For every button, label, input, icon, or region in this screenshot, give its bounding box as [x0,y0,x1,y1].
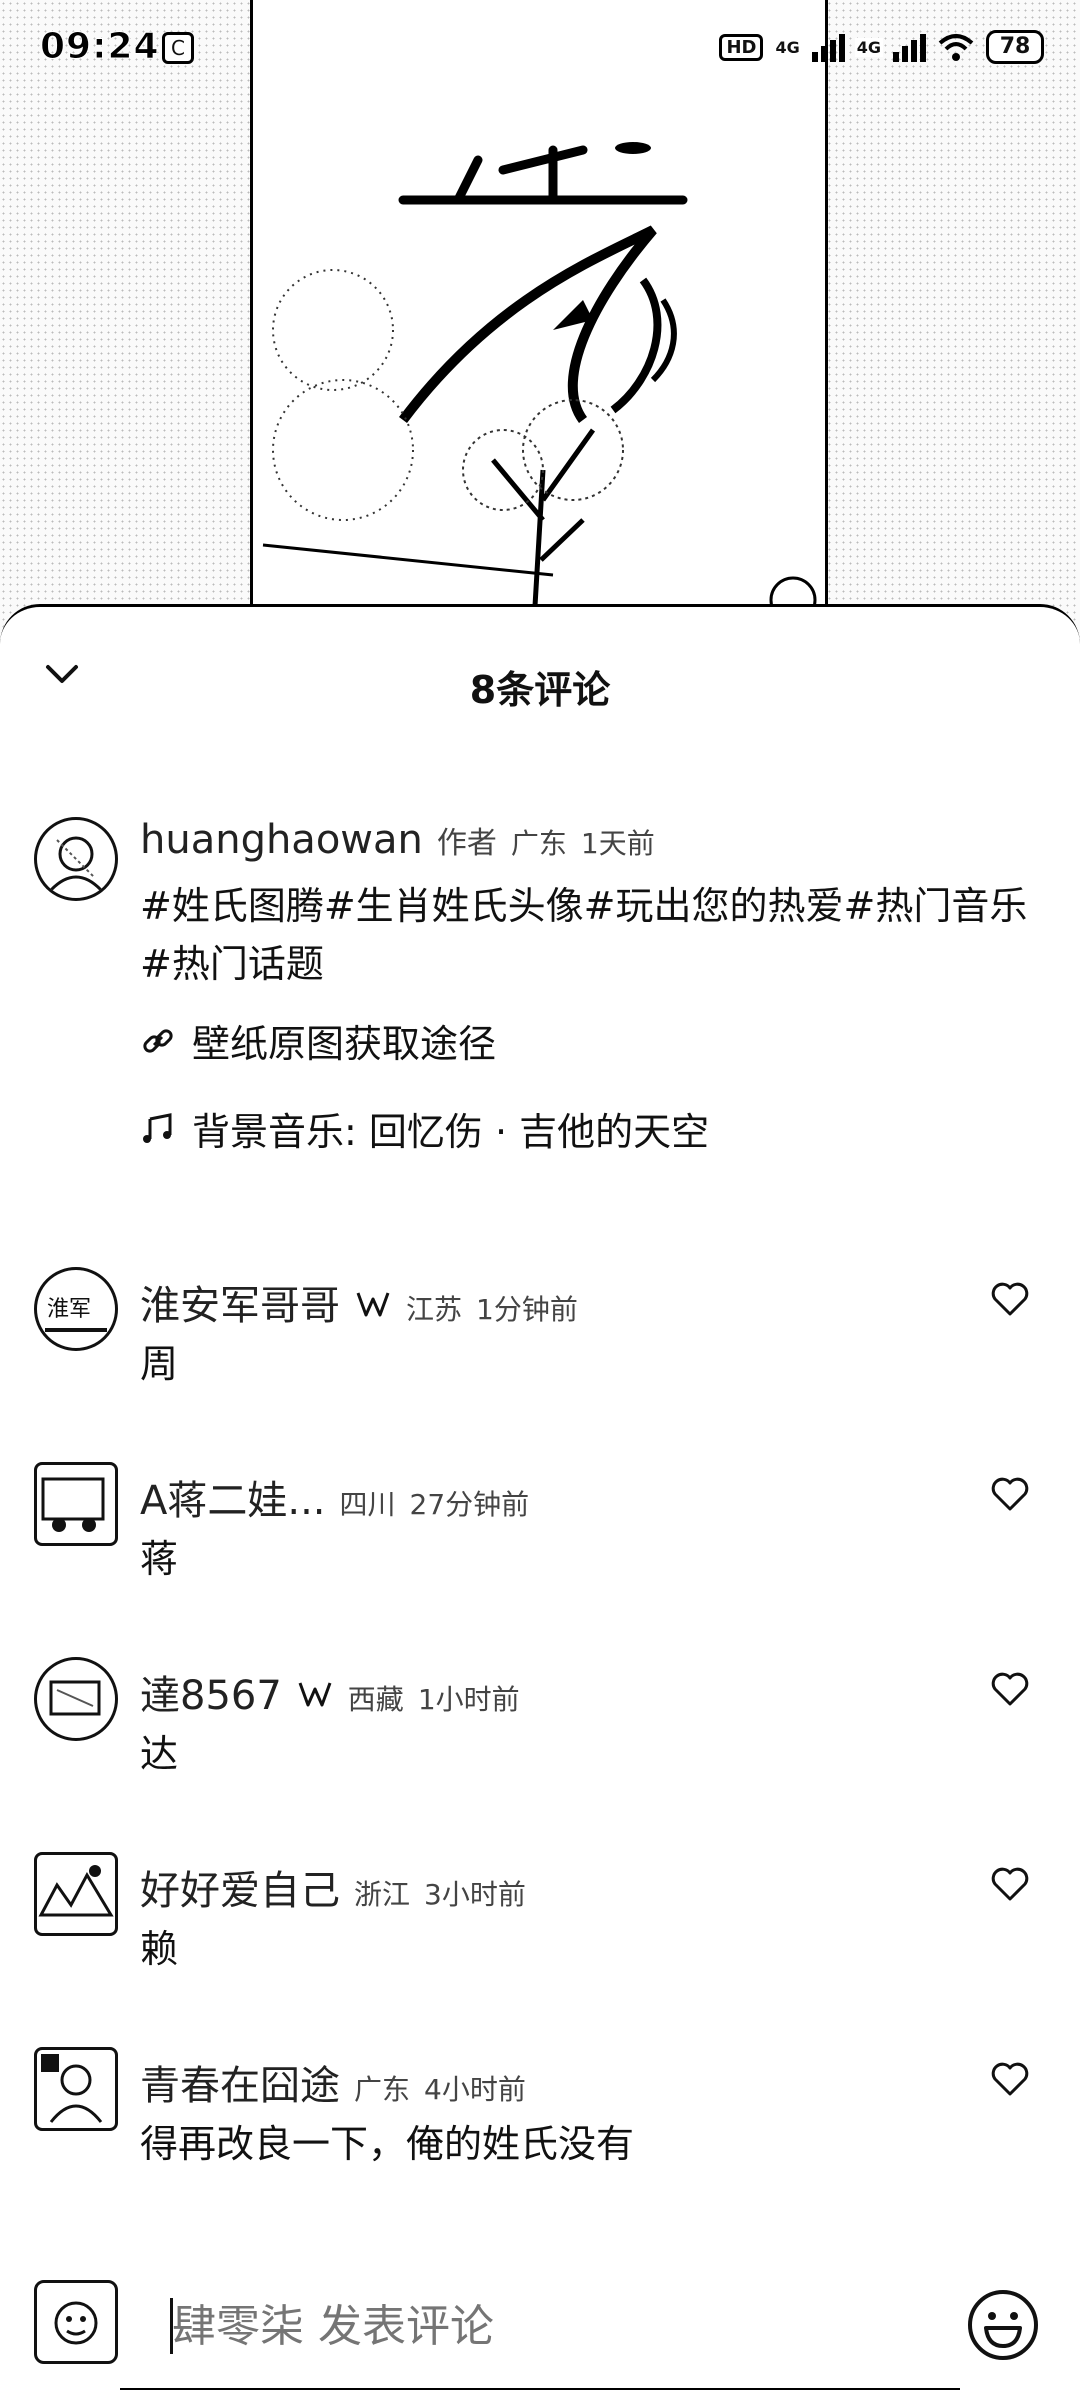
wallpaper-link[interactable]: 壁纸原图获取途径 [140,1013,496,1068]
vip-badge-icon [356,1292,390,1317]
status-time: 09:24 [40,26,160,68]
list-item: 青春在囧途 广东 4小时前 得再改良一下，俺的姓氏没有 [0,2047,1080,2207]
comment-name-line: 青春在囧途 广东 4小时前 [140,2053,526,2111]
heart-icon[interactable] [990,1866,1030,1902]
divider [120,2388,960,2400]
heart-icon[interactable] [990,1281,1030,1317]
author-badge: 作者 [436,826,497,861]
list-item: A蒋二娃... 四川 27分钟前 蒋 [0,1462,1080,1622]
status-indicators: HD 4G 4G 78 [719,30,1044,64]
network-label-1: 4G [773,37,802,57]
network-label-2: 4G [854,37,883,57]
list-item: 好好爱自己 浙江 3小时前 赖 [0,1852,1080,2012]
list-item: 淮军 淮安军哥哥 江苏 1分钟前 周 [0,1267,1080,1427]
location: 浙江 [354,1878,411,1911]
timestamp: 1小时前 [417,1683,520,1716]
avatar[interactable] [34,817,118,901]
location: 广东 [354,2073,411,2106]
emoji-icon[interactable] [966,2288,1040,2362]
timestamp: 1天前 [580,827,655,860]
location: 广东 [510,827,567,860]
wifi-icon [938,34,974,61]
comments-sheet: 8条评论 huanghaowan 作者 广东 1天前 #姓氏图腾#生肖姓氏头像#… [0,604,1080,2400]
comment-name-line: 達8567 西藏 1小时前 [140,1663,520,1721]
username[interactable]: 達8567 [140,1663,282,1721]
username[interactable]: A蒋二娃... [140,1468,326,1526]
sync-icon: C [162,32,194,64]
heart-icon[interactable] [990,1671,1030,1707]
comment-name-line: A蒋二娃... 四川 27分钟前 [140,1468,529,1526]
music-label: 背景音乐: 回忆伤 · 吉他的天空 [192,1110,710,1154]
hd-icon: HD [719,33,764,61]
heart-icon[interactable] [990,2061,1030,2097]
timestamp: 4小时前 [424,2073,526,2106]
location: 江苏 [406,1293,463,1326]
timestamp: 1分钟前 [476,1293,578,1326]
link-label: 壁纸原图获取途径 [192,1022,497,1066]
comment-text: 赖 [140,1927,179,1971]
comment-input-bar [0,2252,1080,2400]
list-item: 達8567 西藏 1小时前 达 [0,1657,1080,1817]
username[interactable]: huanghaowan [140,817,423,863]
username[interactable]: 好好爱自己 [140,1858,340,1916]
comment-text: 达 [140,1732,179,1776]
location: 西藏 [347,1683,404,1716]
username[interactable]: 淮安军哥哥 [140,1273,340,1331]
avatar[interactable] [34,1657,118,1741]
comment-name-line: 好好爱自己 浙江 3小时前 [140,1858,526,1916]
comment-input[interactable] [170,2288,934,2366]
avatar[interactable] [34,2047,118,2131]
avatar[interactable] [34,1462,118,1546]
signal-icon [893,32,926,62]
username[interactable]: 青春在囧途 [140,2053,340,2111]
timestamp: 3小时前 [424,1878,526,1911]
location: 四川 [339,1488,396,1521]
comment-count-title: 8条评论 [469,668,611,712]
sheet-header: 8条评论 [0,607,1080,727]
background-music[interactable]: 背景音乐: 回忆伤 · 吉他的天空 [140,1101,709,1156]
signal-icon [811,32,845,62]
vip-badge-icon [298,1682,332,1707]
post-text: #姓氏图腾#生肖姓氏头像#玩出您的热爱#热门音乐#热门话题 [140,884,1028,986]
battery-icon: 78 [986,30,1044,64]
author-name-line: huanghaowan 作者 广东 1天前 [140,817,655,863]
comment-name-line: 淮安军哥哥 江苏 1分钟前 [140,1273,578,1331]
comment-text: 得再改良一下，俺的姓氏没有 [140,2122,635,2166]
avatar[interactable] [34,1852,118,1936]
svg-text:淮军: 淮军 [47,1297,91,1322]
avatar[interactable]: 淮军 [34,1267,118,1351]
comment-text: 蒋 [140,1537,179,1581]
status-bar: 09:24 C HD 4G 4G 78 [0,0,1080,100]
heart-icon[interactable] [990,1476,1030,1512]
music-note-icon [143,1112,172,1143]
link-icon [143,1028,173,1053]
comment-text: 周 [140,1342,179,1386]
timestamp: 27分钟前 [409,1488,530,1521]
avatar [34,2280,118,2364]
